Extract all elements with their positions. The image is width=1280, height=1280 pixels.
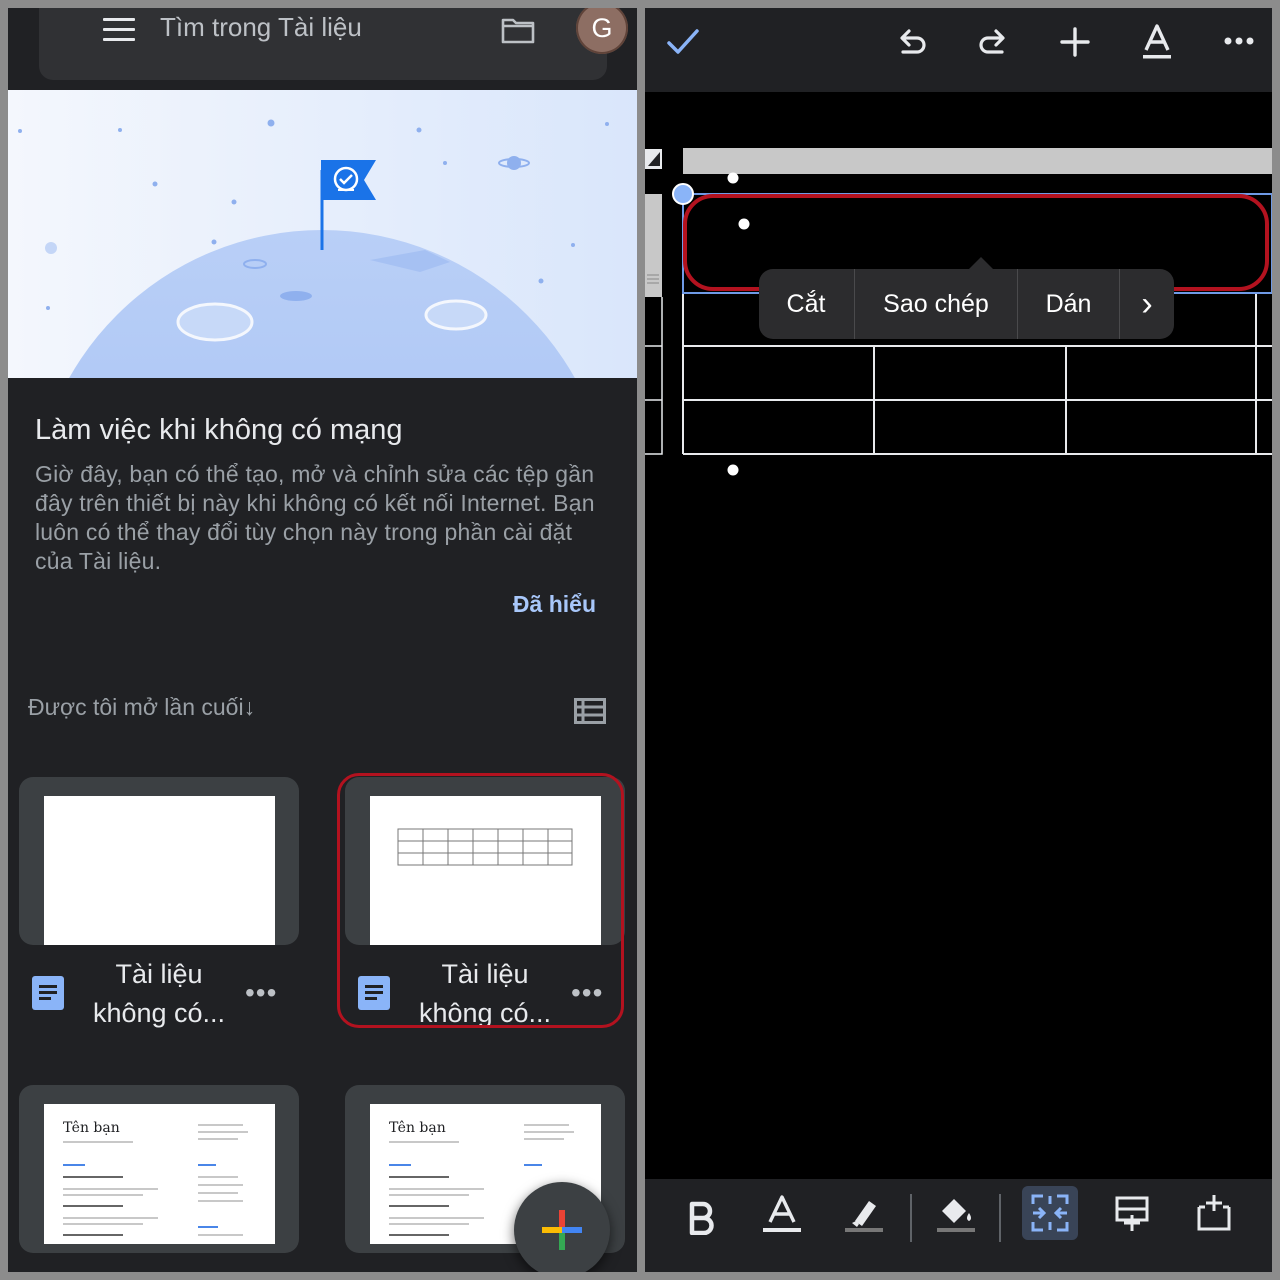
search-bar[interactable]: Tìm trong Tài liệu G [39,8,628,80]
highlight-icon[interactable] [843,1195,885,1235]
editor-toolbar [645,8,1272,92]
toolbar-divider [999,1194,1001,1242]
insert-icon[interactable] [1059,26,1091,58]
plus-icon [542,1210,582,1250]
table-format-toolbar [645,1179,1272,1272]
offline-illustration [8,90,637,378]
new-document-button[interactable] [514,1182,610,1272]
sort-button[interactable]: Được tôi mở lần cuối↓ [28,694,255,721]
insert-column-icon[interactable] [1196,1193,1232,1233]
sort-label: Được tôi mở lần cuối [28,694,244,720]
paste-button[interactable]: Dán [1018,269,1119,339]
undo-icon[interactable] [896,26,928,58]
menu-icon[interactable] [103,18,135,42]
merge-cells-button[interactable] [1022,1186,1078,1240]
merge-cells-icon [1031,1194,1069,1232]
fill-color-icon[interactable] [935,1195,977,1235]
cut-button[interactable]: Cắt [759,269,853,339]
redo-icon[interactable] [977,26,1009,58]
docs-home-panel: Tìm trong Tài liệu G Làm việc khi không … [8,8,637,1272]
document-canvas[interactable]: Cắt Sao chép Dán › [645,92,1272,1179]
text-format-icon[interactable] [1141,24,1173,60]
insert-row-icon[interactable] [1114,1195,1150,1235]
list-view-icon[interactable] [574,698,606,724]
offline-description: Giờ đây, bạn có thể tạo, mở và chỉnh sửa… [35,461,595,574]
more-options-icon[interactable]: ••• [245,977,277,1009]
document-card-1[interactable] [19,777,299,945]
copy-button[interactable]: Sao chép [855,269,1017,339]
got-it-button[interactable]: Đã hiểu [513,591,596,618]
document-name[interactable]: Tài liệu không có... [59,955,259,1033]
check-icon[interactable] [667,28,699,56]
offline-title: Làm việc khi không có mạng [35,414,403,446]
search-input[interactable]: Tìm trong Tài liệu [160,12,362,43]
avatar[interactable]: G [576,8,628,54]
folder-icon[interactable] [501,16,535,44]
more-icon[interactable] [1223,36,1255,46]
document-thumbnail-resume: Tên bạn [44,1104,275,1244]
document-card-3[interactable]: Tên bạn [19,1085,299,1253]
arrow-down-icon: ↓ [243,694,256,720]
context-menu: Cắt Sao chép Dán › [759,269,1174,339]
toolbar-divider [910,1194,912,1242]
text-color-icon[interactable] [761,1195,803,1235]
chevron-right-icon[interactable]: › [1120,269,1174,339]
selection-highlight [337,773,624,1028]
docs-editor-panel: Cắt Sao chép Dán › [645,8,1272,1272]
document-thumbnail [44,796,275,945]
resume-heading: Tên bạn [389,1120,446,1136]
bold-icon[interactable] [687,1201,717,1235]
resume-heading: Tên bạn [63,1120,120,1136]
table-editor[interactable] [645,92,1272,1179]
